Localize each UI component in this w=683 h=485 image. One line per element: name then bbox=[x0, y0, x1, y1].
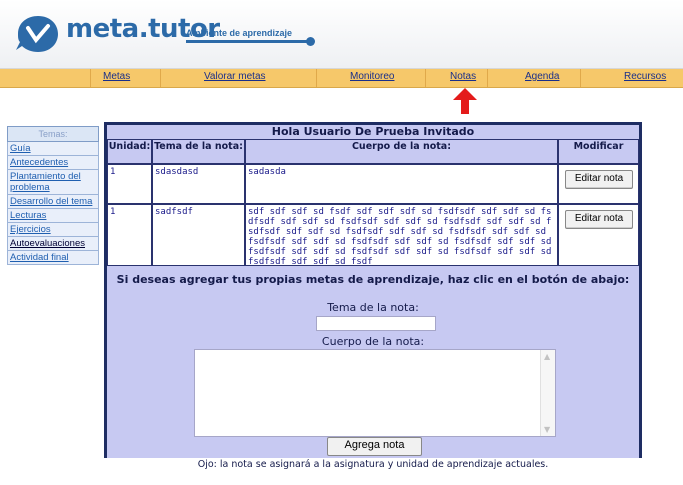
brand-tagline: Ambiente de aprendizaje bbox=[186, 28, 293, 38]
sidebar-item-autoevaluaciones[interactable]: Autoevaluaciones bbox=[7, 237, 99, 251]
arrow-up-icon bbox=[453, 88, 477, 114]
sidebar-item-antecedentes[interactable]: Antecedentes bbox=[7, 156, 99, 170]
nav-agenda[interactable]: Agenda bbox=[525, 71, 559, 82]
sidebar-item-ejercicios[interactable]: Ejercicios bbox=[7, 223, 99, 237]
nav-valorar-metas[interactable]: Valorar metas bbox=[204, 71, 266, 82]
nav-metas[interactable]: Metas bbox=[103, 71, 130, 82]
sidebar-item-planteamiento[interactable]: Plantamiento del problema bbox=[7, 170, 99, 195]
nav-separator bbox=[425, 69, 426, 87]
invite-text: Si deseas agregar tus propias metas de a… bbox=[116, 273, 630, 286]
row1-cuerpo: sadasda bbox=[245, 164, 558, 204]
sidebar-item-lecturas[interactable]: Lecturas bbox=[7, 209, 99, 223]
nav-recursos[interactable]: Recursos bbox=[624, 71, 666, 82]
header-unidad: Unidad: bbox=[107, 139, 152, 164]
edit-note-button[interactable]: Editar nota bbox=[565, 210, 633, 229]
sidebar-item-desarrollo[interactable]: Desarrollo del tema bbox=[7, 195, 99, 209]
nav-notas[interactable]: Notas bbox=[450, 71, 476, 82]
sidebar-item-guia[interactable]: Guía bbox=[7, 142, 99, 156]
nav-monitoreo[interactable]: Monitoreo bbox=[350, 71, 394, 82]
main-navbar: Metas Valorar metas Monitoreo Notas Agen… bbox=[0, 68, 683, 88]
greeting: Hola Usuario De Prueba Invitado bbox=[271, 125, 475, 138]
header-tema: Tema de la nota: bbox=[152, 139, 245, 164]
header-cuerpo: Cuerpo de la nota: bbox=[245, 139, 558, 164]
cuerpo-textarea[interactable]: ▲ ▼ bbox=[194, 349, 556, 437]
row2-tema: sadfsdf bbox=[152, 204, 245, 266]
header-modificar: Modificar bbox=[558, 139, 639, 164]
textarea-scrollbar[interactable]: ▲ ▼ bbox=[540, 350, 555, 436]
row2-cuerpo: sdf sdf sdf sd fsdf sdf sdf sdf sd fsdfs… bbox=[245, 204, 558, 266]
app-header: meta.tutor Ambiente de aprendizaje bbox=[0, 0, 683, 68]
sidebar: Temas: Guía Antecedentes Plantamiento de… bbox=[7, 126, 99, 265]
form-note: Ojo: la nota se asignará a la asignatura… bbox=[197, 459, 549, 470]
nav-separator bbox=[90, 69, 91, 87]
tema-label: Tema de la nota: bbox=[327, 301, 419, 314]
tema-input[interactable] bbox=[316, 316, 436, 331]
sidebar-item-actividad-final[interactable]: Actividad final bbox=[7, 251, 99, 265]
add-note-button[interactable]: Agrega nota bbox=[327, 437, 422, 456]
scroll-up-icon[interactable]: ▲ bbox=[544, 352, 550, 361]
cuerpo-label: Cuerpo de la nota: bbox=[321, 335, 425, 348]
row2-unidad: 1 bbox=[107, 204, 152, 266]
row2-modificar: Editar nota bbox=[558, 204, 639, 266]
edit-note-button[interactable]: Editar nota bbox=[565, 170, 633, 189]
nav-separator bbox=[580, 69, 581, 87]
nav-separator bbox=[316, 69, 317, 87]
brand-dot bbox=[306, 37, 315, 46]
logo-icon bbox=[16, 16, 58, 52]
row1-modificar: Editar nota bbox=[558, 164, 639, 204]
notes-panel: Hola Usuario De Prueba Invitado Unidad: … bbox=[104, 122, 642, 470]
nav-separator bbox=[160, 69, 161, 87]
scroll-down-icon[interactable]: ▼ bbox=[544, 425, 550, 434]
row1-tema: sdasdasd bbox=[152, 164, 245, 204]
sidebar-header: Temas: bbox=[7, 126, 99, 142]
row1-unidad: 1 bbox=[107, 164, 152, 204]
brand-underline bbox=[186, 40, 311, 43]
nav-separator bbox=[487, 69, 488, 87]
